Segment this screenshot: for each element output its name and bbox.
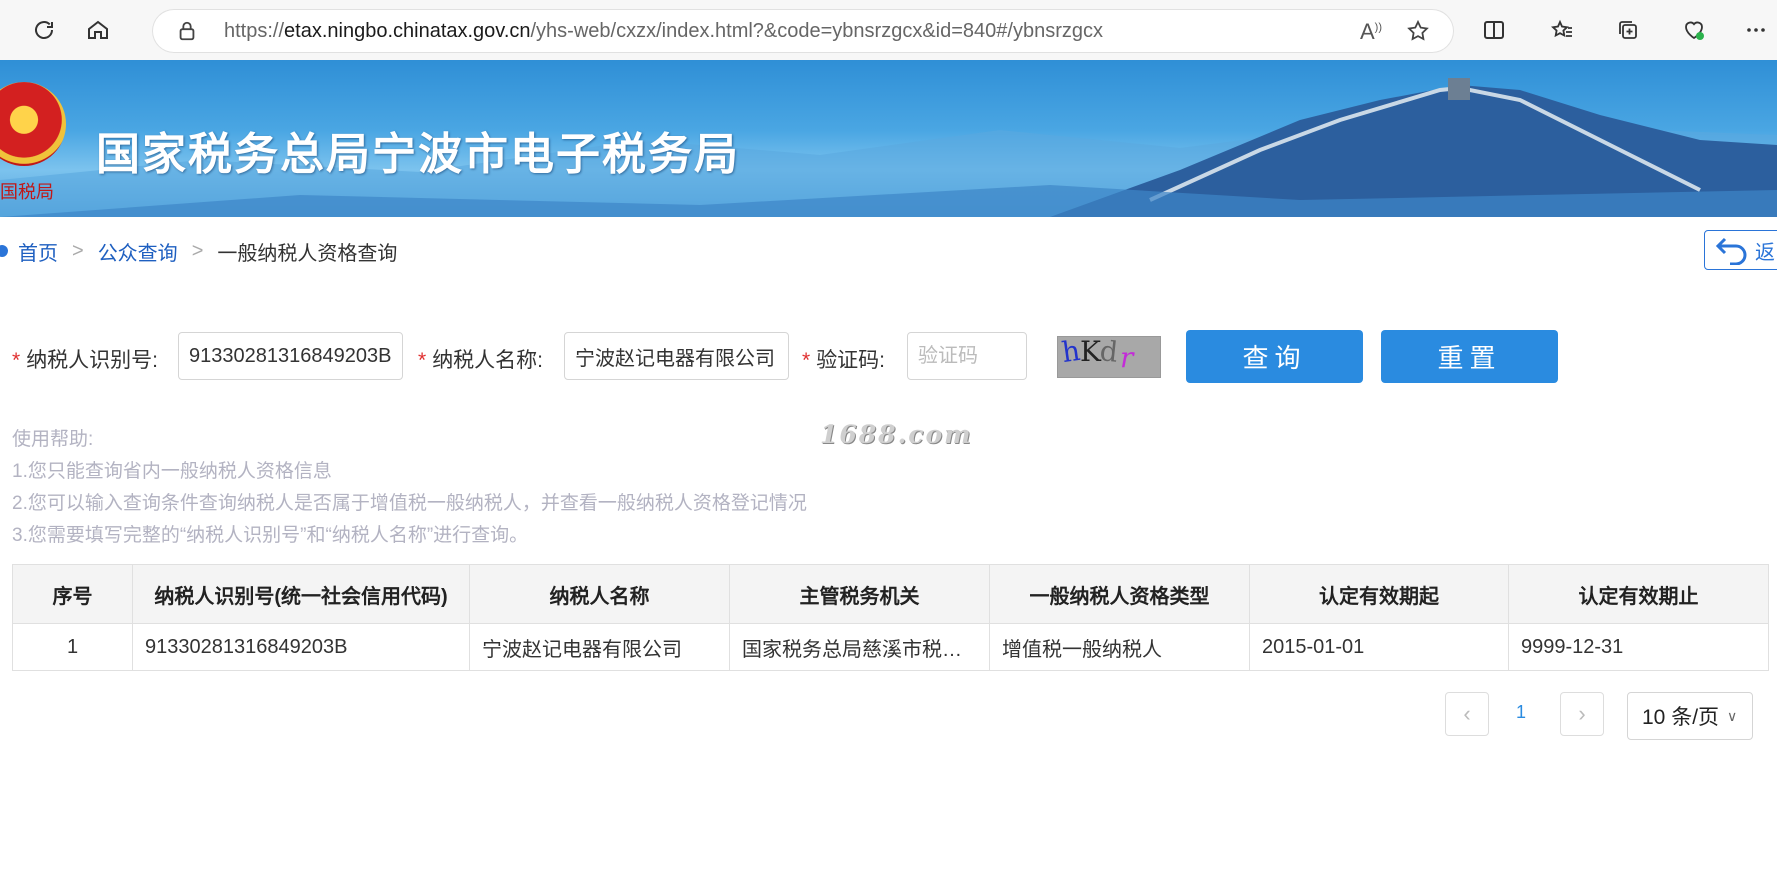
breadcrumb-separator: > xyxy=(72,239,84,262)
captcha-input[interactable] xyxy=(907,332,1027,380)
cell-taxpayer-id: 91330281316849203B xyxy=(132,623,470,671)
captcha-char: d xyxy=(1098,334,1120,369)
captcha-char: h xyxy=(1059,333,1083,370)
watermark: 1688.com xyxy=(820,420,973,449)
site-banner: 国税局 国家税务总局宁波市电子税务局 xyxy=(0,60,1777,217)
captcha-image[interactable]: h K d r xyxy=(1057,333,1161,378)
breadcrumb: 首页 > 公众查询 > 一般纳税人资格查询 xyxy=(0,236,397,266)
column-header: 认定有效期起 xyxy=(1249,564,1509,624)
help-title: 使用帮助: xyxy=(12,429,94,450)
taxpayer-name-input[interactable] xyxy=(564,332,789,380)
cell-valid-to: 9999-12-31 xyxy=(1508,623,1769,671)
location-icon xyxy=(0,245,8,257)
cell-taxpayer-name: 宁波赵记电器有限公司 xyxy=(469,623,730,671)
favorite-star-icon[interactable] xyxy=(1406,19,1430,43)
cell-valid-from: 2015-01-01 xyxy=(1249,623,1509,671)
lock-icon[interactable] xyxy=(176,20,198,42)
help-line: 3.您需要填写完整的“纳税人识别号”和“纳税人名称”进行查询。 xyxy=(12,525,529,546)
back-button[interactable]: 返 xyxy=(1704,230,1777,270)
browser-essentials-icon[interactable] xyxy=(1678,14,1710,46)
help-line: 1.您只能查询省内一般纳税人资格信息 xyxy=(12,461,332,482)
query-button[interactable]: 查询 xyxy=(1186,330,1363,383)
table-header-row: 序号 纳税人识别号(统一社会信用代码) 纳税人名称 主管税务机关 一般纳税人资格… xyxy=(12,564,1769,624)
table-row: 1 91330281316849203B 宁波赵记电器有限公司 国家税务总局慈溪… xyxy=(12,623,1769,671)
more-menu-icon[interactable] xyxy=(1740,14,1772,46)
help-line: 2.您可以输入查询条件查询纳税人是否属于增值税一般纳税人，并查看一般纳税人资格登… xyxy=(12,493,807,514)
taxpayer-id-label: * 纳税人识别号: xyxy=(12,349,159,372)
cell-index: 1 xyxy=(12,623,133,671)
emblem-caption: 国税局 xyxy=(0,182,54,203)
page-size-value: 10 条/页 xyxy=(1642,706,1720,729)
breadcrumb-home-link[interactable]: 首页 xyxy=(18,237,58,266)
column-header: 纳税人识别号(统一社会信用代码) xyxy=(132,564,470,624)
chevron-down-icon: ∨ xyxy=(1727,707,1738,724)
favorites-icon[interactable] xyxy=(1546,14,1578,46)
current-page-number[interactable]: 1 xyxy=(1516,702,1526,723)
column-header: 一般纳税人资格类型 xyxy=(989,564,1250,624)
column-header: 认定有效期止 xyxy=(1508,564,1769,624)
back-button-label: 返 xyxy=(1755,241,1775,264)
address-bar[interactable]: https://etax.ningbo.chinatax.gov.cn/yhs-… xyxy=(152,9,1454,53)
taxpayer-name-label: * 纳税人名称: xyxy=(418,349,544,372)
captcha-label: * 验证码: xyxy=(802,349,886,372)
refresh-icon[interactable] xyxy=(28,14,60,46)
breadcrumb-separator: > xyxy=(191,239,204,262)
split-screen-icon[interactable] xyxy=(1478,14,1510,46)
column-header: 纳税人名称 xyxy=(469,564,730,624)
required-mark: * xyxy=(418,349,427,372)
column-header: 主管税务机关 xyxy=(729,564,990,624)
captcha-char: r xyxy=(1120,341,1134,374)
breadcrumb-current: 一般纳税人资格查询 xyxy=(217,242,398,265)
taxpayer-id-input[interactable] xyxy=(178,332,403,380)
home-icon[interactable] xyxy=(82,14,114,46)
url-text[interactable]: https://etax.ningbo.chinatax.gov.cn/yhs-… xyxy=(224,9,1103,53)
required-mark: * xyxy=(802,349,811,372)
cell-qualification-type: 增值税一般纳税人 xyxy=(989,623,1250,671)
site-title: 国家税务总局宁波市电子税务局 xyxy=(96,130,740,179)
required-mark: * xyxy=(12,349,21,372)
collections-icon[interactable] xyxy=(1612,14,1644,46)
breadcrumb-public-query-link[interactable]: 公众查询 xyxy=(98,237,178,266)
reset-button[interactable]: 重置 xyxy=(1381,330,1558,383)
results-table: 序号 纳税人识别号(统一社会信用代码) 纳税人名称 主管税务机关 一般纳税人资格… xyxy=(12,564,1769,671)
column-header: 序号 xyxy=(12,564,133,624)
read-aloud-icon[interactable]: A)) xyxy=(1360,19,1382,45)
browser-toolbar: https://etax.ningbo.chinatax.gov.cn/yhs-… xyxy=(0,0,1777,61)
page-size-select[interactable]: 10 条/页 ∨ xyxy=(1627,692,1753,740)
next-page-button[interactable]: › xyxy=(1560,692,1604,736)
cell-tax-authority: 国家税务总局慈溪市税务局 xyxy=(729,623,990,671)
prev-page-button[interactable]: ‹ xyxy=(1445,692,1489,736)
return-arrow-icon xyxy=(1715,237,1747,265)
help-section: 使用帮助: 1.您只能查询省内一般纳税人资格信息 2.您可以输入查询条件查询纳税… xyxy=(12,424,807,552)
